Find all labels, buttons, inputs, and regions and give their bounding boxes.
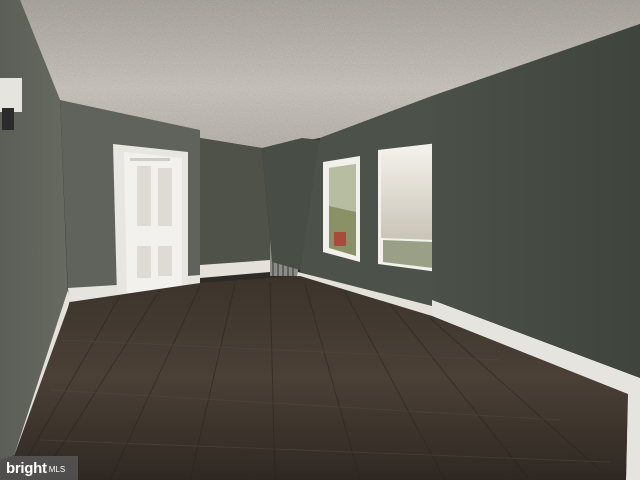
- room-illustration: [0, 0, 640, 480]
- watermark-suffix: MLS: [48, 465, 66, 474]
- closet-door: [124, 152, 182, 295]
- window-right: [378, 143, 438, 272]
- window-blind: [381, 146, 436, 240]
- wall-fixture: [0, 78, 22, 112]
- back-wall: [60, 100, 200, 304]
- mls-watermark: bright MLS: [0, 456, 78, 480]
- watermark-brand: bright: [6, 459, 47, 477]
- window-left: [323, 156, 360, 262]
- room-photo: bright MLS: [0, 0, 640, 480]
